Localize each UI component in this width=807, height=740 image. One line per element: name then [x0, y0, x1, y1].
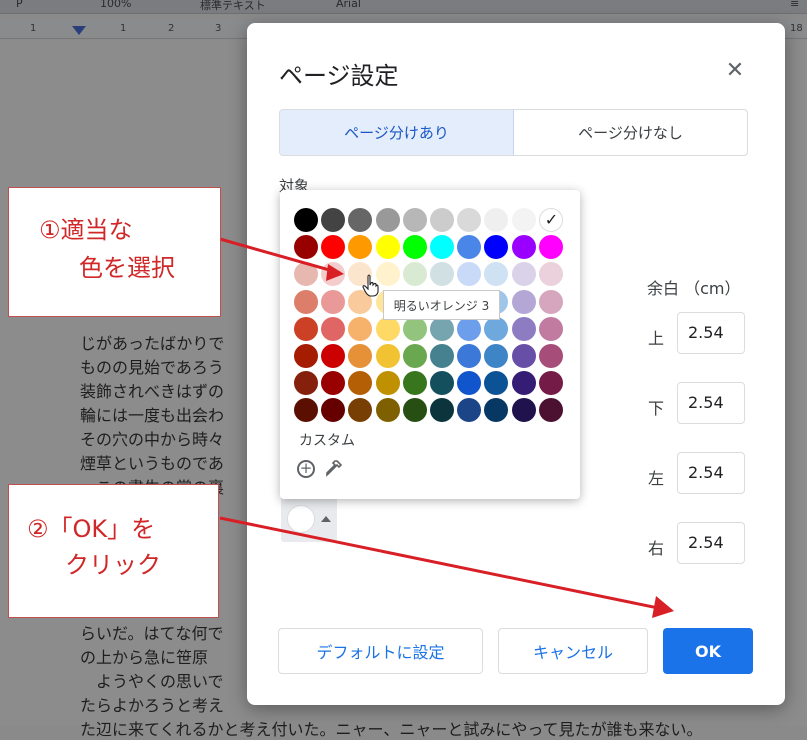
annotation-step1: ①適当な 色を選択	[8, 187, 221, 317]
annotation-text: ①適当な	[39, 216, 133, 244]
annotation-text: ②「OK」を	[27, 515, 156, 543]
arrowhead-ok-icon	[652, 596, 674, 618]
arrowhead-color-icon	[326, 264, 344, 281]
arrow-to-color	[219, 237, 341, 275]
annotation-text: クリック	[65, 551, 161, 579]
annotation-step2: ②「OK」を クリック	[8, 484, 219, 618]
arrow-to-ok	[219, 516, 669, 612]
annotation-text: 色を選択	[79, 254, 175, 282]
